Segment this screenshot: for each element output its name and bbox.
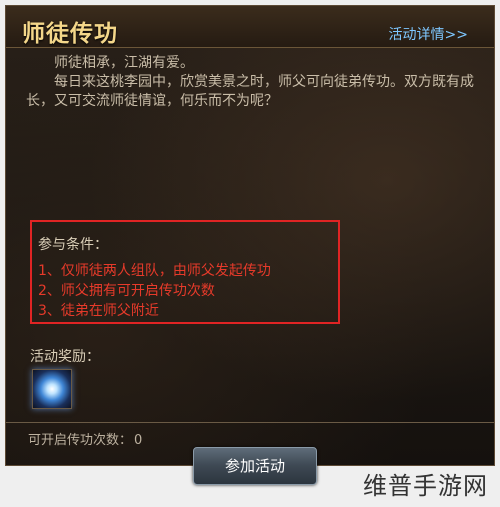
open-count-label: 可开启传功次数： [28, 433, 133, 448]
page-title: 师徒传功 [22, 21, 118, 47]
join-activity-button[interactable]: 参加活动 [193, 447, 317, 485]
conditions-highlight-box: 参与条件： 1、仅师徒两人组队，由师父发起传功 2、师父拥有可开启传功次数 3、… [30, 220, 340, 324]
divider [6, 422, 494, 423]
condition-item: 1、仅师徒两人组队，由师父发起传功 [38, 263, 271, 279]
condition-item: 2、师父拥有可开启传功次数 [38, 283, 215, 299]
open-count-line: 可开启传功次数： 0 [28, 429, 142, 448]
intro-line-1: 师徒相承，江湖有爱。 [54, 55, 194, 71]
rewards-heading: 活动奖励： [30, 349, 100, 365]
glowing-orb-icon[interactable] [32, 369, 72, 409]
activity-details-link[interactable]: 活动详情>> [389, 24, 468, 44]
condition-item: 3、徒弟在师父附近 [38, 303, 159, 319]
open-count-value: 0 [134, 433, 143, 448]
intro-line-2: 每日来这桃李园中，欣赏美景之时，师父可向徒弟传功。双方既有成长，又可交流师徒情谊… [26, 74, 474, 109]
conditions-heading: 参与条件： [38, 237, 108, 253]
activity-panel: 师徒传功 活动详情>> 师徒相承，江湖有爱。 每日来这桃李园中，欣赏美景之时，师… [5, 5, 495, 466]
intro-text: 师徒相承，江湖有爱。 每日来这桃李园中，欣赏美景之时，师父可向徒弟传功。双方既有… [26, 54, 486, 111]
site-watermark: 维普手游网 [363, 472, 488, 500]
panel-header: 师徒传功 活动详情>> [6, 6, 494, 48]
